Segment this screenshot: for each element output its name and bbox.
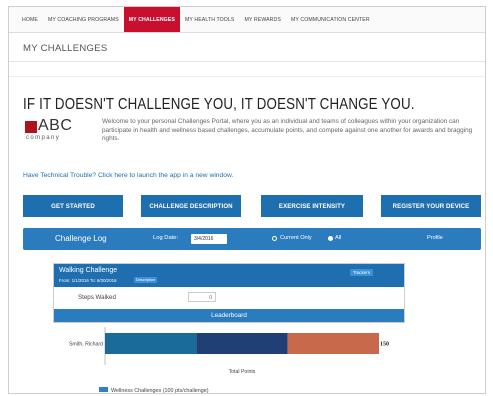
- logo-mark: [25, 121, 37, 133]
- x-axis-label: Total Points: [229, 369, 256, 375]
- logo-text: ABC: [38, 117, 73, 134]
- legend-swatch: [99, 387, 108, 392]
- page-title: MY CHALLENGES: [23, 43, 108, 54]
- bar-segment-2: [196, 333, 288, 354]
- description-button[interactable]: Description: [134, 277, 157, 283]
- walking-challenge-card: Walking Challenge From: 1/1/2016 To: 6/3…: [53, 263, 405, 323]
- nav-rewards[interactable]: MY REWARDS: [239, 7, 285, 32]
- log-date-label: Log Date:: [153, 235, 179, 241]
- profile-link[interactable]: Profile: [427, 235, 443, 241]
- leaderboard-header: Leaderboard: [54, 309, 404, 322]
- intro-text: Welcome to your personal Challenges Port…: [102, 118, 473, 143]
- divider: [9, 76, 485, 77]
- bar-total-label: 150: [380, 342, 389, 348]
- legend-label: Wellness Challenges (100 pts/challenge): [111, 388, 209, 394]
- get-started-button[interactable]: GET STARTED: [23, 195, 123, 217]
- divider: [9, 61, 485, 62]
- category-label: Smith, Richard: [69, 342, 103, 348]
- nav-health-tools[interactable]: MY HEALTH TOOLS: [180, 7, 240, 32]
- bar-segment-1: [105, 333, 197, 354]
- challenge-description-button[interactable]: CHALLENGE DESCRIPTION: [141, 195, 241, 217]
- challenge-log-title: Challenge Log: [55, 234, 107, 243]
- top-navigation: HOME MY COACHING PROGRAMS MY CHALLENGES …: [9, 7, 485, 33]
- challenge-card-header: Walking Challenge From: 1/1/2016 To: 6/3…: [54, 264, 404, 287]
- exercise-intensity-button[interactable]: EXERCISE INTENSITY: [261, 195, 363, 217]
- nav-home[interactable]: HOME: [17, 7, 43, 32]
- tech-support-link[interactable]: Have Technical Trouble? Click here to la…: [23, 172, 233, 179]
- headline: IF IT DOESN'T CHALLENGE YOU, IT DOESN'T …: [23, 96, 415, 113]
- nav-communication-center[interactable]: MY COMMUNICATION CENTER: [286, 7, 375, 32]
- app-window: HOME MY COACHING PROGRAMS MY CHALLENGES …: [8, 6, 486, 394]
- all-label[interactable]: All: [335, 235, 341, 241]
- nav-coaching-programs[interactable]: MY COACHING PROGRAMS: [43, 7, 124, 32]
- log-date-input[interactable]: 3/4/2016: [191, 234, 227, 244]
- trackers-button[interactable]: Trackers: [350, 269, 373, 276]
- nav-my-challenges[interactable]: MY CHALLENGES: [123, 7, 180, 32]
- current-only-label[interactable]: Current Only: [280, 235, 312, 241]
- bar-segment-3: [287, 333, 379, 354]
- all-radio[interactable]: [328, 236, 333, 241]
- register-device-button[interactable]: REGISTER YOUR DEVICE: [381, 195, 481, 217]
- current-only-radio[interactable]: [272, 236, 277, 241]
- logo-subtext: company: [26, 135, 61, 141]
- challenge-dates: From: 1/1/2016 To: 6/30/2016: [59, 278, 117, 283]
- leaderboard-chart: Smith, Richard 150 Total Points Wellness Ch…: [69, 327, 389, 394]
- challenge-log-bar: Challenge Log Log Date: 3/4/2016 Current…: [23, 228, 481, 250]
- steps-walked-label: Steps Walked: [78, 294, 116, 301]
- company-logo: ABC company: [25, 117, 77, 145]
- challenge-title: Walking Challenge: [59, 267, 118, 274]
- steps-walked-input[interactable]: 0: [188, 292, 216, 302]
